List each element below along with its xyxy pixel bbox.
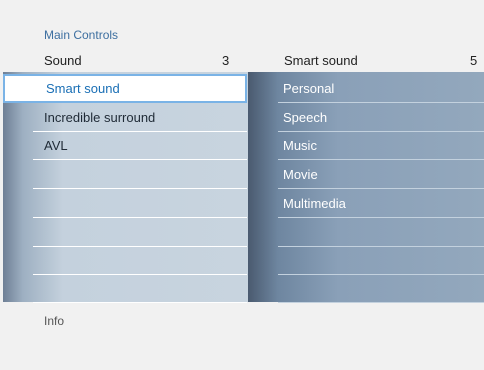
smart-sound-submenu-panel: Personal Speech Music Movie Multimedia [248, 72, 484, 303]
submenu-item-speech[interactable]: Speech [278, 103, 484, 132]
menu-item-empty [33, 218, 247, 247]
menu-item-smart-sound[interactable]: Smart sound [3, 74, 247, 103]
left-column-title: Sound [44, 53, 82, 68]
submenu-item-music[interactable]: Music [278, 131, 484, 160]
menu-item-empty [33, 246, 247, 275]
sound-menu-panel: Smart sound Incredible surround AVL [3, 72, 248, 303]
menu-item-empty [33, 189, 247, 218]
right-column-count: 5 [470, 53, 478, 68]
submenu-item-empty [278, 246, 484, 275]
submenu-item-personal[interactable]: Personal [278, 74, 484, 103]
breadcrumb: Main Controls [44, 28, 119, 42]
info-label: Info [44, 314, 65, 328]
menu-item-incredible-surround[interactable]: Incredible surround [33, 103, 247, 132]
submenu-item-multimedia[interactable]: Multimedia [278, 189, 484, 218]
submenu-item-empty [278, 218, 484, 247]
menu-item-empty [33, 160, 247, 189]
tv-menu-screen: Main Controls Sound 3 Smart sound 5 Smar… [0, 0, 484, 370]
menu-item-avl[interactable]: AVL [33, 131, 247, 160]
left-column-count: 3 [222, 53, 230, 68]
menu-item-empty [33, 274, 247, 303]
submenu-item-movie[interactable]: Movie [278, 160, 484, 189]
right-column-title: Smart sound [284, 53, 358, 68]
submenu-item-empty [278, 274, 484, 303]
